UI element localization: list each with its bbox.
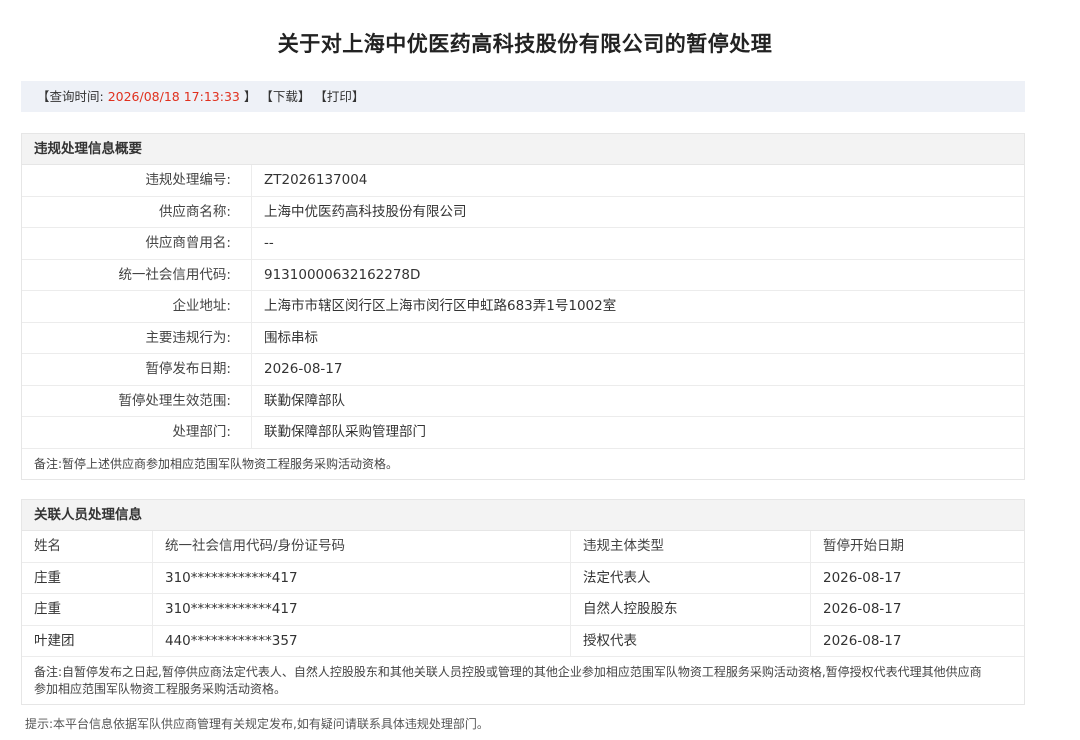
summary-row: 违规处理编号: ZT2026137004: [22, 165, 1024, 197]
summary-row: 暂停发布日期: 2026-08-17: [22, 354, 1024, 386]
cell-start-date: 2026-08-17: [823, 632, 902, 649]
summary-row-label: 暂停发布日期:: [22, 354, 252, 385]
summary-panel: 违规处理信息概要 违规处理编号: ZT2026137004 供应商名称: 上海中优医药…: [21, 133, 1025, 480]
summary-row: 供应商曾用名: --: [22, 228, 1024, 260]
print-link[interactable]: 【打印】: [314, 89, 364, 104]
cell-id-code: 310************417: [153, 594, 571, 625]
cell-id-code: 440************357: [153, 625, 571, 656]
column-header-id-code: 统一社会信用代码/身份证号码: [153, 531, 571, 562]
column-header-start-date: 暂停开始日期: [823, 538, 904, 554]
cell-id-code: 310************417: [153, 562, 571, 593]
summary-row-value: 上海市市辖区闵行区上海市闵行区申虹路683弄1号1002室: [264, 298, 617, 314]
summary-row-label: 统一社会信用代码:: [22, 259, 252, 290]
related-persons-panel: 关联人员处理信息 姓名 统一社会信用代码/身份证号码 违规主体类型 暂停开始日期…: [21, 499, 1025, 705]
column-header-name: 姓名: [22, 531, 153, 562]
cell-start-date: 2026-08-17: [823, 601, 902, 617]
summary-row-value: 联勤保障部队: [264, 392, 345, 409]
summary-row-value: ZT2026137004: [264, 172, 368, 188]
table-row: 叶建团 440************357 授权代表 2026-08-17: [22, 625, 1024, 657]
cell-subject-type: 授权代表: [571, 625, 811, 656]
summary-row-value: 围标串标: [264, 329, 318, 346]
query-time-value: 2026/08/18 17:13:33: [107, 89, 240, 104]
related-table-header: 姓名 统一社会信用代码/身份证号码 违规主体类型 暂停开始日期: [22, 531, 1024, 563]
summary-row-label: 处理部门:: [22, 417, 252, 448]
summary-row-value: --: [264, 235, 274, 251]
summary-row: 统一社会信用代码: 91310000632162278D: [22, 259, 1024, 291]
summary-row-value: 91310000632162278D: [264, 266, 421, 283]
summary-row: 供应商名称: 上海中优医药高科技股份有限公司: [22, 196, 1024, 228]
cell-start-date: 2026-08-17: [823, 569, 902, 586]
footer-tip: 提示:本平台信息依据军队供应商管理有关规定发布,如有疑问请联系具体违规处理部门。: [25, 717, 489, 731]
table-row: 庄重 310************417 自然人控股股东 2026-08-17: [22, 594, 1024, 626]
summary-row-label: 暂停处理生效范围:: [22, 385, 252, 416]
summary-row-label: 违规处理编号:: [22, 165, 252, 196]
summary-row-label: 主要违规行为:: [22, 322, 252, 353]
cell-name: 庄重: [22, 562, 153, 593]
summary-row: 暂停处理生效范围: 联勤保障部队: [22, 385, 1024, 417]
summary-row-value: 2026-08-17: [264, 361, 343, 377]
table-row: 庄重 310************417 法定代表人 2026-08-17: [22, 562, 1024, 594]
summary-row-label: 供应商名称:: [22, 196, 252, 227]
query-toolbar: 【查询时间: 2026/08/18 17:13:33 】 【下载】 【打印】: [21, 81, 1025, 112]
cell-subject-type: 法定代表人: [571, 562, 811, 593]
summary-row-label: 供应商曾用名:: [22, 228, 252, 259]
related-persons-header: 关联人员处理信息: [22, 500, 1024, 531]
page-title: 关于对上海中优医药高科技股份有限公司的暂停处理: [277, 32, 773, 56]
summary-row: 企业地址: 上海市市辖区闵行区上海市闵行区申虹路683弄1号1002室: [22, 291, 1024, 323]
cell-subject-type: 自然人控股股东: [571, 594, 811, 625]
related-note: 备注:自暂停发布之日起,暂停供应商法定代表人、自然人控股股东和其他关联人员控股或…: [22, 657, 1024, 704]
related-note-line-2: 参加相应范围军队物资工程服务采购活动资格。: [34, 681, 287, 696]
summary-row-value: 联勤保障部队采购管理部门: [264, 424, 426, 440]
cell-name: 庄重: [22, 594, 153, 625]
summary-row: 主要违规行为: 围标串标: [22, 322, 1024, 354]
summary-row-label: 企业地址:: [22, 291, 252, 322]
download-link[interactable]: 【下载】: [260, 89, 310, 104]
summary-row: 处理部门: 联勤保障部队采购管理部门: [22, 417, 1024, 449]
column-header-subject-type: 违规主体类型: [571, 531, 811, 562]
query-time-label: 【查询时间:: [37, 89, 104, 104]
cell-name: 叶建团: [22, 625, 153, 656]
related-note-line-1: 备注:自暂停发布之日起,暂停供应商法定代表人、自然人控股股东和其他关联人员控股或…: [34, 665, 982, 679]
query-time-close: 】: [243, 89, 257, 104]
summary-note: 备注:暂停上述供应商参加相应范围军队物资工程服务采购活动资格。: [34, 456, 399, 471]
summary-row-value: 上海中优医药高科技股份有限公司: [264, 203, 467, 220]
summary-panel-header: 违规处理信息概要: [22, 134, 1024, 165]
